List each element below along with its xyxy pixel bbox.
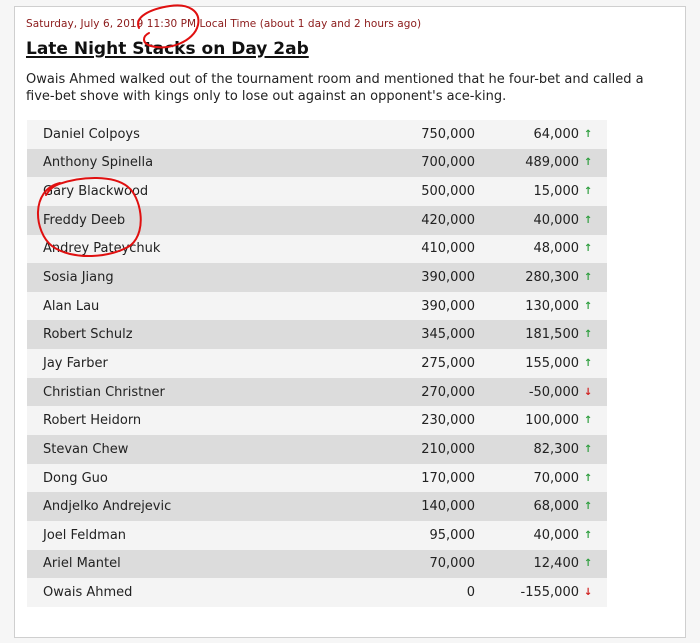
- player-name[interactable]: Gary Blackwood: [27, 184, 397, 199]
- player-name[interactable]: Freddy Deeb: [27, 213, 397, 228]
- arrow-up-icon: ↑: [584, 357, 593, 369]
- arrow-up-icon: ↑: [584, 272, 593, 284]
- chip-count: 420,000: [421, 212, 475, 228]
- arrow-up-icon: ↑: [584, 300, 593, 312]
- arrow-up-icon: ↑: [584, 472, 593, 484]
- player-name[interactable]: Dong Guo: [27, 471, 397, 486]
- chip-change: 100,000: [525, 413, 579, 429]
- player-name[interactable]: Christian Christner: [27, 385, 397, 400]
- arrow-up-icon: ↑: [584, 501, 593, 513]
- chip-change: 70,000: [533, 470, 580, 486]
- player-name[interactable]: Andjelko Andrejevic: [27, 499, 397, 514]
- post-summary: Owais Ahmed walked out of the tournament…: [26, 72, 644, 104]
- chip-change: 48,000: [533, 241, 580, 257]
- chip-count: 270,000: [421, 384, 475, 400]
- player-name[interactable]: Sosia Jiang: [27, 270, 397, 285]
- chip-count-row: Anthony Spinella 700,000 489,000 ↑: [27, 148, 607, 178]
- post-title[interactable]: Late Night Stacks on Day 2ab: [26, 39, 309, 59]
- chip-count-row: Dong Guo 170,000 70,000 ↑: [27, 463, 607, 493]
- arrow-up-icon: ↑: [584, 186, 593, 198]
- chip-change: 68,000: [533, 499, 580, 515]
- chip-count-row: Andjelko Andrejevic 140,000 68,000 ↑: [27, 492, 607, 521]
- chip-count-row: Robert Schulz 345,000 181,500 ↑: [27, 320, 607, 350]
- chip-count: 390,000: [421, 270, 475, 286]
- chip-count: 390,000: [421, 298, 475, 314]
- chip-count: 230,000: [421, 413, 475, 429]
- player-name[interactable]: Robert Schulz: [27, 327, 397, 342]
- chip-count-row: Andrey Pateychuk 410,000 48,000 ↑: [27, 234, 607, 264]
- chip-count-row: Gary Blackwood 500,000 15,000 ↑: [27, 177, 607, 206]
- arrow-up-icon: ↑: [584, 214, 593, 226]
- arrow-up-icon: ↑: [584, 157, 593, 169]
- chip-change: 64,000: [533, 126, 580, 142]
- chip-change: 280,300: [525, 270, 579, 286]
- arrow-down-icon: ↓: [584, 386, 593, 398]
- arrow-up-icon: ↑: [584, 558, 593, 570]
- chip-count: 345,000: [421, 327, 475, 343]
- arrow-up-icon: ↑: [584, 529, 593, 541]
- chip-change: 181,500: [525, 327, 579, 343]
- chip-count-row: Owais Ahmed 0 -155,000 ↓: [27, 578, 607, 607]
- arrow-up-icon: ↑: [584, 243, 593, 255]
- player-name[interactable]: Robert Heidorn: [27, 413, 397, 428]
- chip-count-row: Stevan Chew 210,000 82,300 ↑: [27, 435, 607, 464]
- chip-change: -50,000: [528, 384, 579, 400]
- player-name[interactable]: Joel Feldman: [27, 528, 397, 543]
- player-name[interactable]: Ariel Mantel: [27, 556, 397, 571]
- chip-count: 95,000: [429, 527, 476, 543]
- chip-change: 82,300: [533, 441, 580, 457]
- chip-count: 500,000: [421, 184, 475, 200]
- chip-count-row: Freddy Deeb 420,000 40,000 ↑: [27, 205, 607, 235]
- chip-count: 750,000: [421, 126, 475, 142]
- arrow-up-icon: ↑: [584, 415, 593, 427]
- chip-count: 0: [466, 585, 475, 601]
- chip-change: 489,000: [525, 155, 579, 171]
- chip-count-row: Sosia Jiang 390,000 280,300 ↑: [27, 263, 607, 292]
- arrow-up-icon: ↑: [584, 329, 593, 341]
- chip-count-table: Daniel Colpoys 750,000 64,000 ↑ Anthony Spin…: [27, 120, 607, 607]
- chip-count-row: Alan Lau 390,000 130,000 ↑: [27, 291, 607, 321]
- chip-change: 15,000: [533, 184, 580, 200]
- chip-count-row: Daniel Colpoys 750,000 64,000 ↑: [27, 120, 607, 149]
- chip-count-row: Robert Heidorn 230,000 100,000 ↑: [27, 406, 607, 436]
- chip-count: 140,000: [421, 499, 475, 515]
- chip-count-row: Jay Farber 275,000 155,000 ↑: [27, 349, 607, 378]
- live-update-post: Saturday, July 6, 2019 11:30 PM Local Ti…: [14, 6, 686, 638]
- chip-change: 12,400: [533, 556, 580, 572]
- chip-count: 210,000: [421, 441, 475, 457]
- chip-count: 700,000: [421, 155, 475, 171]
- chip-count: 275,000: [421, 355, 475, 371]
- player-name[interactable]: Jay Farber: [27, 356, 397, 371]
- arrow-down-icon: ↓: [584, 587, 593, 599]
- arrow-up-icon: ↑: [584, 128, 593, 140]
- chip-change: 155,000: [525, 355, 579, 371]
- player-name[interactable]: Daniel Colpoys: [27, 127, 397, 142]
- player-name[interactable]: Alan Lau: [27, 299, 397, 314]
- chip-change: 40,000: [533, 527, 580, 543]
- chip-change: -155,000: [520, 585, 579, 601]
- arrow-up-icon: ↑: [584, 443, 593, 455]
- chip-change: 40,000: [533, 212, 580, 228]
- chip-count: 70,000: [429, 556, 476, 572]
- player-name[interactable]: Andrey Pateychuk: [27, 241, 397, 256]
- player-name[interactable]: Owais Ahmed: [27, 585, 397, 600]
- post-timestamp: Saturday, July 6, 2019 11:30 PM Local Ti…: [26, 18, 422, 30]
- chip-change: 130,000: [525, 298, 579, 314]
- chip-count: 170,000: [421, 470, 475, 486]
- player-name[interactable]: Anthony Spinella: [27, 155, 397, 170]
- chip-count: 410,000: [421, 241, 475, 257]
- player-name[interactable]: Stevan Chew: [27, 442, 397, 457]
- chip-count-row: Ariel Mantel 70,000 12,400 ↑: [27, 549, 607, 579]
- chip-count-row: Joel Feldman 95,000 40,000 ↑: [27, 520, 607, 550]
- chip-count-row: Christian Christner 270,000 -50,000 ↓: [27, 377, 607, 407]
